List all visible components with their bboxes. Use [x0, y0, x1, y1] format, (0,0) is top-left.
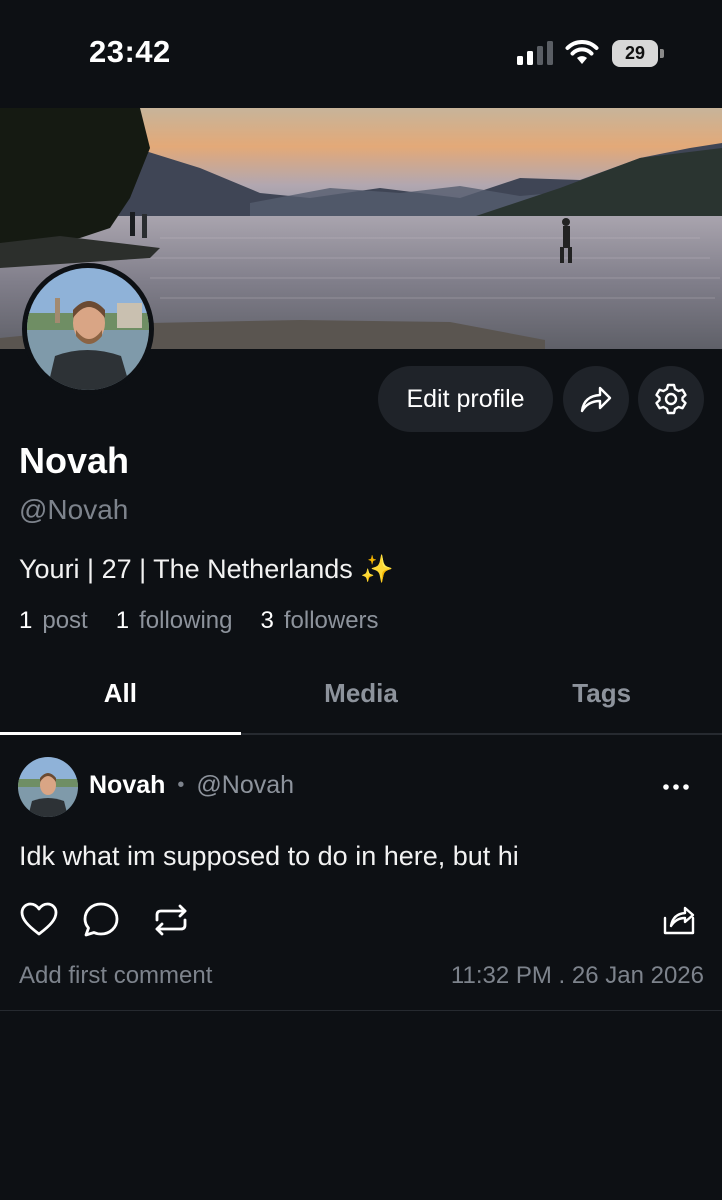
- profile-tabs: All Media Tags: [0, 660, 722, 735]
- profile-avatar[interactable]: [22, 263, 154, 395]
- battery-level: 29: [612, 40, 658, 67]
- share-icon: [580, 386, 612, 413]
- stat-followers[interactable]: 3 followers: [260, 607, 378, 635]
- post-item[interactable]: Novah • @Novah Idk what im supposed to d…: [0, 737, 722, 1011]
- add-comment-link[interactable]: Add first comment: [19, 962, 212, 990]
- tab-all[interactable]: All: [0, 660, 241, 735]
- stat-following[interactable]: 1 following: [116, 607, 233, 635]
- battery-tip: [660, 49, 664, 58]
- profile-stats: 1 post 1 following 3 followers: [19, 607, 379, 635]
- gear-icon: [655, 383, 687, 415]
- share-profile-button[interactable]: [563, 366, 629, 432]
- tab-media[interactable]: Media: [241, 660, 482, 733]
- status-time: 23:42: [89, 34, 171, 69]
- more-icon[interactable]: [660, 775, 692, 799]
- comment-icon[interactable]: [81, 900, 121, 940]
- avatar-photo: [27, 268, 149, 390]
- profile-bio: Youri | 27 | The Netherlands ✨: [19, 554, 394, 584]
- heart-icon[interactable]: [19, 900, 59, 940]
- post-header: Novah • @Novah: [89, 771, 294, 800]
- post-author-name[interactable]: Novah: [89, 771, 165, 800]
- edit-profile-button[interactable]: Edit profile: [378, 366, 553, 432]
- avatar-photo: [18, 757, 78, 817]
- tab-tags[interactable]: Tags: [481, 660, 722, 733]
- share-icon[interactable]: [659, 900, 699, 940]
- profile-handle: @Novah: [19, 494, 129, 525]
- settings-button[interactable]: [638, 366, 704, 432]
- post-actions: [19, 900, 704, 940]
- signal-icon: [517, 41, 553, 65]
- battery-icon: 29: [612, 40, 664, 67]
- repost-icon[interactable]: [151, 900, 191, 940]
- post-avatar[interactable]: [18, 757, 78, 817]
- post-separator: •: [177, 774, 185, 796]
- stat-posts[interactable]: 1 post: [19, 607, 88, 635]
- profile-display-name: Novah: [19, 440, 130, 481]
- post-timestamp: 11:32 PM . 26 Jan 2026: [450, 962, 704, 989]
- status-bar: 23:42 29: [0, 0, 722, 108]
- post-author-handle[interactable]: @Novah: [196, 771, 294, 800]
- post-text: Idk what im supposed to do in here, but …: [19, 841, 519, 871]
- wifi-icon: [565, 40, 599, 64]
